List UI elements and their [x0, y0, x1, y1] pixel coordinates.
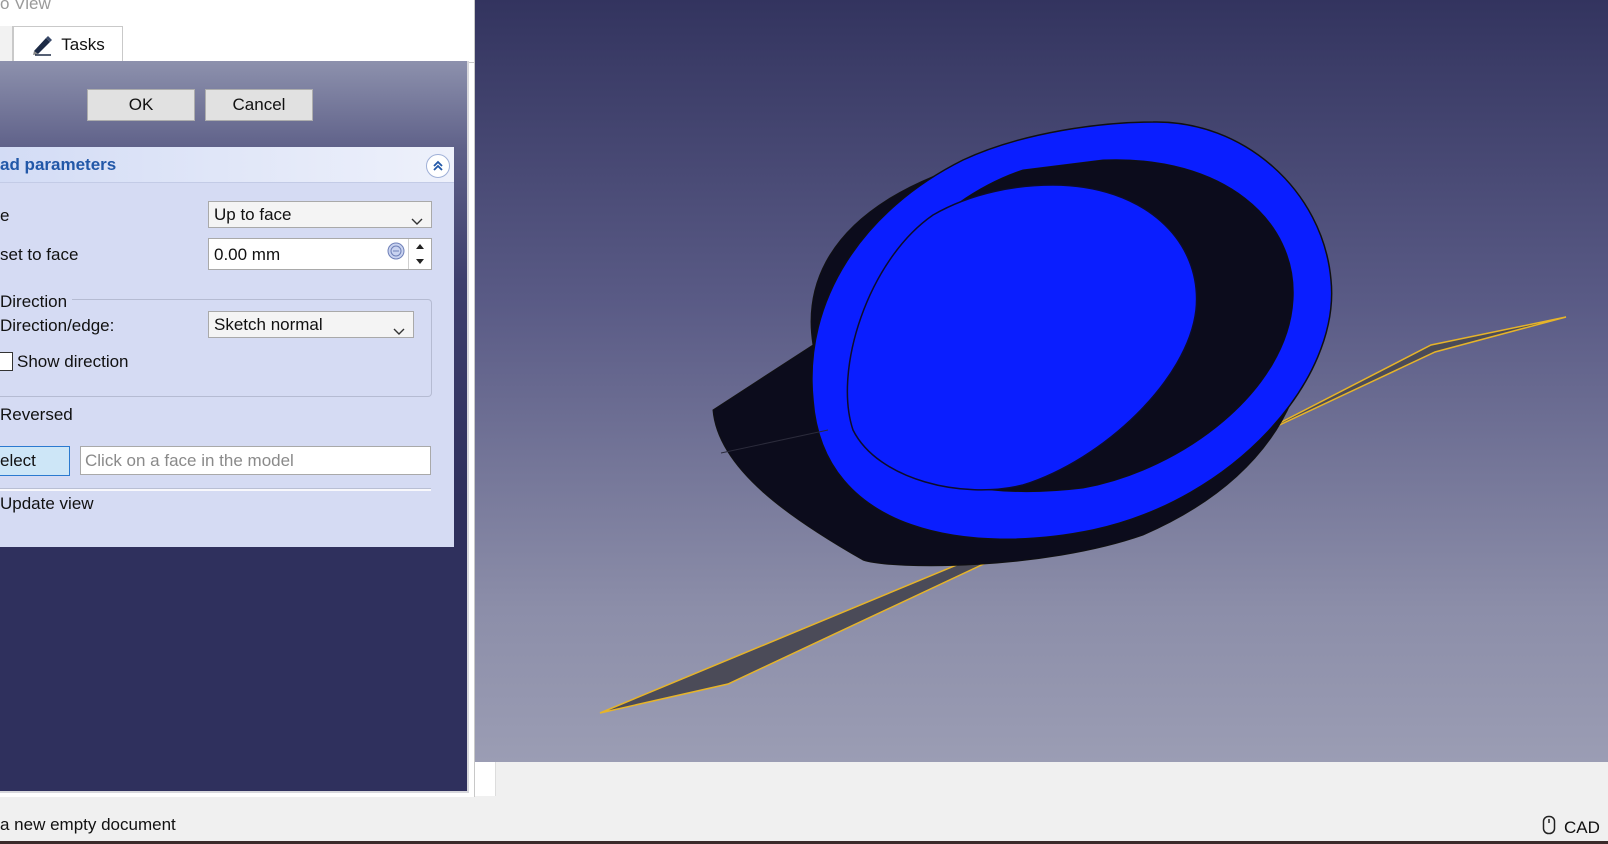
3d-viewport[interactable]	[463, 0, 1608, 762]
combo-tabbar: Tasks	[0, 24, 474, 63]
status-message: a new empty document	[0, 815, 176, 834]
spin-down-icon[interactable]	[409, 254, 431, 269]
tab-tasks[interactable]: Tasks	[13, 26, 123, 63]
viewport-footer	[463, 762, 1608, 806]
offset-spinbox[interactable]: 0.00 mm	[208, 238, 432, 270]
expression-icon[interactable]	[387, 242, 405, 265]
tab-model[interactable]	[0, 26, 13, 62]
mouse-icon	[1542, 815, 1556, 840]
navigation-style-label: CAD	[1564, 817, 1600, 837]
direction-group-title: Direction	[0, 292, 73, 312]
section-header[interactable]: ad parameters	[0, 147, 454, 183]
spin-up-icon[interactable]	[409, 239, 431, 254]
type-label: e	[0, 206, 10, 225]
update-view-label: Update view	[0, 494, 94, 513]
select-face-button[interactable]: elect face	[0, 446, 70, 476]
chevron-down-icon	[411, 209, 423, 234]
face-input[interactable]: Click on a face in the model	[80, 446, 431, 475]
pencil-icon	[31, 34, 53, 56]
collapse-icon[interactable]	[426, 154, 450, 178]
separator	[0, 488, 431, 491]
cancel-button[interactable]: Cancel	[205, 89, 313, 121]
direction-edge-value: Sketch normal	[214, 315, 323, 334]
type-select[interactable]: Up to face	[208, 201, 432, 228]
status-bar: a new empty document CAD	[0, 806, 1608, 844]
ok-button[interactable]: OK	[87, 89, 195, 121]
spin-arrows	[408, 239, 431, 269]
offset-value: 0.00 mm	[214, 245, 281, 264]
navigation-style[interactable]: CAD	[1542, 815, 1600, 840]
show-direction-checkbox[interactable]	[0, 352, 13, 371]
offset-label: set to face	[0, 245, 79, 264]
tab-tasks-label: Tasks	[61, 35, 105, 54]
reversed-label: Reversed	[0, 405, 73, 424]
chevron-down-icon	[393, 319, 405, 344]
combo-view-title: o View	[0, 0, 51, 13]
type-select-value: Up to face	[214, 205, 292, 224]
model-scene[interactable]	[463, 0, 1608, 762]
direction-edge-select[interactable]: Sketch normal	[208, 311, 414, 338]
show-direction-label: Show direction	[17, 352, 129, 371]
direction-edge-label: Direction/edge:	[0, 316, 115, 335]
section-title: ad parameters	[0, 155, 117, 174]
combo-view-panel: o View Tasks OK Cancel ad parameters e U…	[0, 0, 475, 797]
